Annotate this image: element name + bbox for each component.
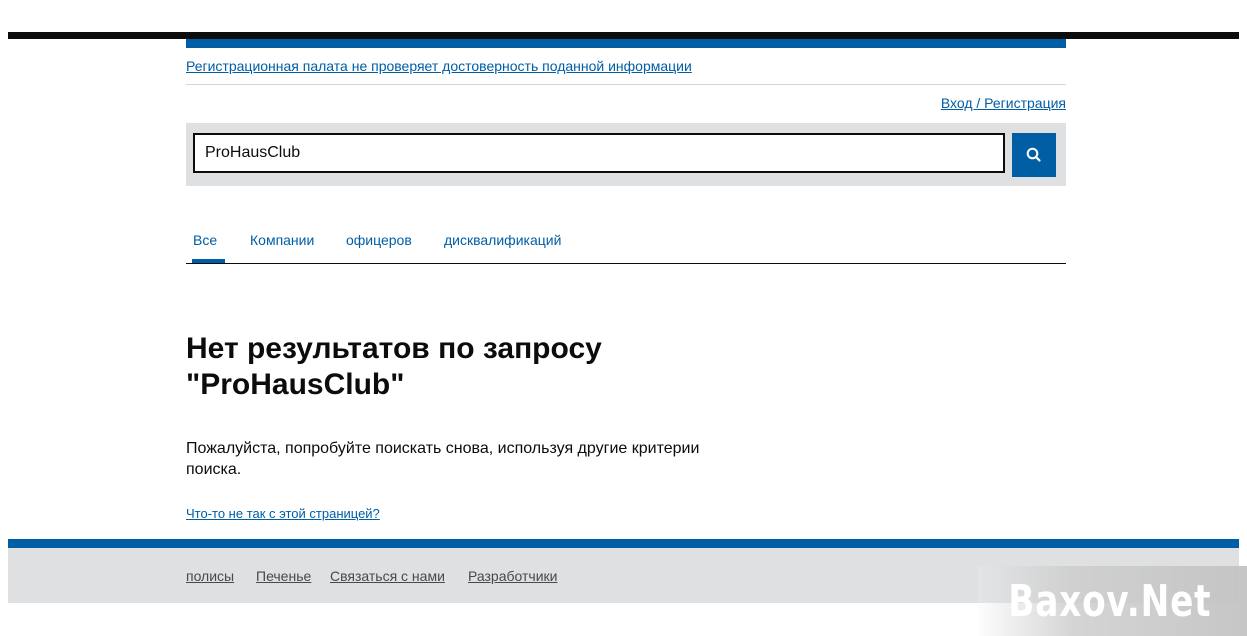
divider xyxy=(186,84,1066,85)
no-results-message: Пожалуйста, попробуйте поискать снова, и… xyxy=(186,440,700,478)
watermark-text: Baxov.Net xyxy=(1007,576,1211,627)
tab-companies[interactable]: Компании xyxy=(250,232,314,262)
search-input[interactable] xyxy=(193,133,1005,173)
top-black-bar xyxy=(8,32,1239,39)
page-title: Нет результатов по запросу "ProHausClub" xyxy=(186,332,602,401)
search-icon xyxy=(1026,147,1041,162)
tab-all[interactable]: Все xyxy=(191,232,226,263)
header-accent-bar xyxy=(186,39,1066,48)
feedback-link[interactable]: Что-то не так с этой страницей? xyxy=(186,506,380,521)
search-button[interactable] xyxy=(1012,133,1056,177)
footer-link-cookies[interactable]: Печенье xyxy=(256,568,311,584)
login-register-link[interactable]: Вход / Регистрация xyxy=(941,95,1066,111)
footer-link-contact[interactable]: Связаться с нами xyxy=(330,568,445,584)
results-tabs: Все Компании офицеров дисквалификаций xyxy=(186,232,1066,264)
tab-officers[interactable]: офицеров xyxy=(346,232,412,262)
disclaimer-link[interactable]: Регистрационная палата не проверяет дост… xyxy=(186,58,692,74)
watermark: Baxov.Net xyxy=(978,566,1247,636)
footer-link-policies[interactable]: полисы xyxy=(186,568,234,584)
tab-disqualifications[interactable]: дисквалификаций xyxy=(444,232,561,262)
search-panel xyxy=(186,123,1066,186)
footer-link-developers[interactable]: Разработчики xyxy=(468,568,557,584)
footer-accent-bar xyxy=(8,539,1239,548)
